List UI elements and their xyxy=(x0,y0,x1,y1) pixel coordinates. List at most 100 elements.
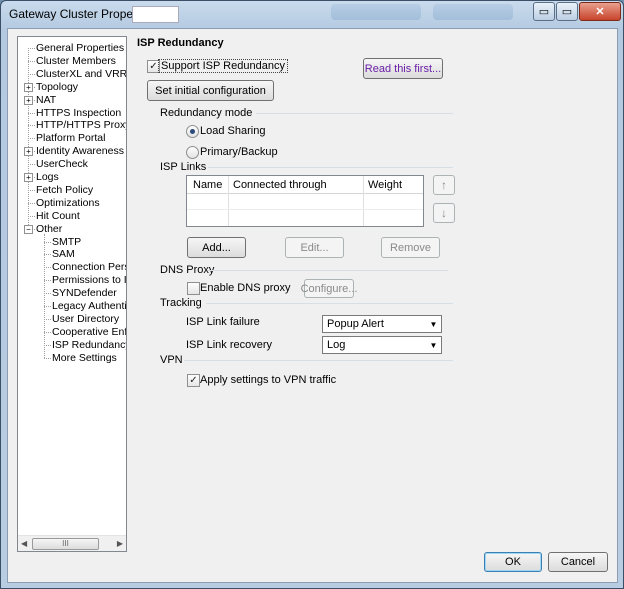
expand-icon[interactable]: + xyxy=(24,96,33,105)
title-bar[interactable]: Gateway Cluster Properties - ▭ ▭ ✕ xyxy=(1,1,623,27)
isp-failure-label: ISP Link failure xyxy=(186,316,260,328)
restore-icon: ▭ xyxy=(561,6,573,18)
background-tab xyxy=(433,4,513,20)
tree-item[interactable]: ClusterXL and VRRP xyxy=(36,68,126,81)
tree-item[interactable]: Hit Count xyxy=(36,210,80,223)
tree-item[interactable]: Cooperative Enforc xyxy=(52,326,126,339)
tree-guide-line xyxy=(44,242,51,243)
edit-button[interactable]: Edit... xyxy=(285,237,344,258)
remove-button[interactable]: Remove xyxy=(381,237,440,258)
tree-guide-line xyxy=(44,234,45,358)
arrow-down-icon: ↓ xyxy=(441,206,447,220)
tree-guide-line xyxy=(28,164,35,165)
tree-guide-line xyxy=(44,306,51,307)
divider xyxy=(184,360,453,361)
set-initial-configuration-button[interactable]: Set initial configuration xyxy=(147,80,274,101)
tree-item[interactable]: UserCheck xyxy=(36,158,88,171)
tree-item[interactable]: Logs xyxy=(36,171,59,184)
scroll-right-icon[interactable]: ▶ xyxy=(117,539,123,548)
column-divider xyxy=(228,176,229,226)
tree-item[interactable]: NAT xyxy=(36,94,56,107)
redacted-title xyxy=(132,6,179,23)
minimize-icon: ▭ xyxy=(538,6,550,18)
support-isp-label[interactable]: Support ISP Redundancy xyxy=(158,59,288,73)
tree-item[interactable]: ISP Redundancy xyxy=(52,339,126,352)
expand-icon[interactable]: + xyxy=(24,83,33,92)
isp-links-table[interactable]: Name Connected through Weight xyxy=(186,175,424,227)
cancel-button[interactable]: Cancel xyxy=(548,552,608,572)
tree-item[interactable]: More Settings xyxy=(52,352,117,365)
isp-links-label: ISP Links xyxy=(160,161,207,173)
tree-item[interactable]: User Directory xyxy=(52,313,119,326)
collapse-icon[interactable]: − xyxy=(24,225,33,234)
tree-guide-line xyxy=(28,203,35,204)
move-down-button[interactable]: ↓ xyxy=(433,203,455,223)
move-up-button[interactable]: ↑ xyxy=(433,175,455,195)
tree-item[interactable]: Permissions to Inst- xyxy=(52,274,126,287)
tree-item[interactable]: SAM xyxy=(52,248,75,261)
tree-item[interactable]: General Properties xyxy=(36,42,124,55)
tree-guide-line xyxy=(44,280,51,281)
expand-icon[interactable]: + xyxy=(24,173,33,182)
table-header: Name Connected through Weight xyxy=(187,176,423,194)
tree-item[interactable]: Other xyxy=(36,223,62,236)
dns-proxy-label: DNS Proxy xyxy=(160,264,215,276)
tree-guide-line xyxy=(44,332,51,333)
ok-button[interactable]: OK xyxy=(484,552,542,572)
vpn-label: VPN xyxy=(160,354,183,366)
page-title: ISP Redundancy xyxy=(137,37,224,49)
isp-recovery-label: ISP Link recovery xyxy=(186,339,273,351)
arrow-up-icon: ↑ xyxy=(441,178,447,192)
horizontal-scrollbar[interactable]: ◀ III ▶ xyxy=(18,535,126,551)
tree-item[interactable]: Legacy Authentica xyxy=(52,300,126,313)
column-header[interactable]: Connected through xyxy=(233,179,327,191)
close-button[interactable]: ✕ xyxy=(579,2,621,21)
tree-item[interactable]: HTTP/HTTPS Proxy xyxy=(36,119,126,132)
tree-item[interactable]: Topology xyxy=(36,81,78,94)
minimize-button[interactable]: ▭ xyxy=(533,2,555,21)
divider xyxy=(256,113,453,114)
column-header[interactable]: Weight xyxy=(368,179,402,191)
dialog-body: ◀ III ▶ General Properties Cluster Member… xyxy=(7,28,618,583)
tree-guide-line xyxy=(28,74,35,75)
enable-dns-label[interactable]: Enable DNS proxy xyxy=(200,282,291,294)
enable-dns-checkbox[interactable] xyxy=(187,282,200,295)
vpn-apply-label[interactable]: Apply settings to VPN traffic xyxy=(200,374,336,386)
configure-button[interactable]: Configure... xyxy=(301,279,357,298)
tree-guide-line xyxy=(28,138,35,139)
tree-item[interactable]: Fetch Policy xyxy=(36,184,93,197)
tree-item[interactable]: Cluster Members xyxy=(36,55,116,68)
tree-guide-line xyxy=(44,267,51,268)
isp-recovery-select[interactable]: Log ▼ xyxy=(322,336,442,354)
close-icon: ✕ xyxy=(595,6,605,18)
column-divider xyxy=(363,176,364,226)
tree-guide-line xyxy=(44,358,51,359)
tree-item[interactable]: SYNDefender xyxy=(52,287,117,300)
isp-failure-select[interactable]: Popup Alert ▼ xyxy=(322,315,442,333)
tree-item[interactable]: Platform Portal xyxy=(36,132,105,145)
read-first-button[interactable]: Read this first... xyxy=(363,58,443,79)
primary-backup-radio[interactable] xyxy=(186,146,199,159)
table-row xyxy=(187,209,423,210)
restore-button[interactable]: ▭ xyxy=(556,2,578,21)
tree-item[interactable]: Optimizations xyxy=(36,197,100,210)
vpn-apply-checkbox[interactable]: ✓ xyxy=(187,374,200,387)
add-button[interactable]: Add... xyxy=(187,237,246,258)
tree-guide-line xyxy=(28,125,35,126)
tree-guide-line xyxy=(44,293,51,294)
load-sharing-radio[interactable] xyxy=(186,125,199,138)
scroll-left-icon[interactable]: ◀ xyxy=(21,539,27,548)
tree-guide-line xyxy=(28,61,35,62)
chevron-down-icon: ▼ xyxy=(429,340,438,350)
scroll-thumb[interactable]: III xyxy=(32,538,99,550)
column-header[interactable]: Name xyxy=(193,179,222,191)
navigation-tree[interactable]: ◀ III ▶ General Properties Cluster Member… xyxy=(17,36,127,552)
load-sharing-label[interactable]: Load Sharing xyxy=(200,125,265,137)
tree-guide-line xyxy=(44,254,51,255)
tree-item[interactable]: Identity Awareness xyxy=(36,145,124,158)
tree-guide-line xyxy=(44,345,51,346)
tree-item[interactable]: Connection Persist xyxy=(52,261,126,274)
primary-backup-label[interactable]: Primary/Backup xyxy=(200,146,278,158)
tree-guide-line xyxy=(28,48,35,49)
expand-icon[interactable]: + xyxy=(24,147,33,156)
